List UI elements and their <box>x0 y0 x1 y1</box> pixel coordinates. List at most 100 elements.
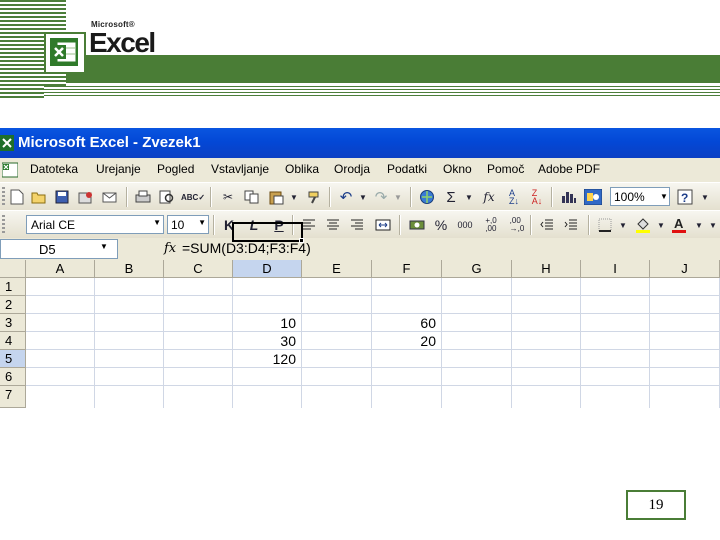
column-header-b[interactable]: B <box>95 260 164 278</box>
menu-orodja[interactable]: Orodja <box>334 162 370 176</box>
borders-icon[interactable] <box>596 216 614 234</box>
row-header-5[interactable]: 5 <box>0 350 26 368</box>
cell-d5[interactable]: 120 <box>233 350 302 368</box>
menu-urejanje[interactable]: Urejanje <box>96 162 141 176</box>
row-header-6[interactable]: 6 <box>0 368 26 386</box>
toolbar-options-icon[interactable]: ▼ <box>704 216 720 234</box>
undo-dropdown-icon[interactable]: ▼ <box>354 188 372 206</box>
increase-decimal-icon[interactable]: +,0,00 <box>482 216 500 234</box>
cut-icon[interactable]: ✂ <box>219 188 237 206</box>
redo-icon[interactable]: ↷ <box>372 188 390 206</box>
toolbar-grip[interactable] <box>2 187 5 207</box>
excel-window: Microsoft Excel - Zvezek1 Datoteka Ureja… <box>0 128 720 408</box>
spelling-icon[interactable]: ABC✓ <box>181 188 205 206</box>
column-header-g[interactable]: G <box>442 260 512 278</box>
font-name-field[interactable]: Arial CE ▼ <box>26 215 164 234</box>
permission-icon[interactable] <box>77 188 95 206</box>
currency-icon[interactable] <box>408 216 426 234</box>
column-header-j[interactable]: J <box>650 260 720 278</box>
column-header-f[interactable]: F <box>372 260 442 278</box>
decrease-indent-icon[interactable] <box>538 216 556 234</box>
font-name-value: Arial CE <box>31 218 76 232</box>
percent-icon[interactable]: % <box>432 216 450 234</box>
row-header-1[interactable]: 1 <box>0 278 26 296</box>
column-header-d[interactable]: D <box>233 260 302 278</box>
chart-wizard-icon[interactable] <box>560 188 578 206</box>
title-bar: Microsoft Excel - Zvezek1 <box>0 128 720 158</box>
borders-dropdown-icon[interactable]: ▼ <box>614 216 632 234</box>
drawing-icon[interactable] <box>584 188 602 206</box>
chevron-down-icon[interactable]: ▼ <box>100 242 108 251</box>
toolbar-grip[interactable] <box>2 215 5 235</box>
print-icon[interactable] <box>134 188 152 206</box>
menu-oblika[interactable]: Oblika <box>285 162 319 176</box>
sort-ascending-icon[interactable]: A Z↓ <box>505 188 523 206</box>
help-dropdown-icon[interactable]: ▼ <box>696 188 714 206</box>
align-right-icon[interactable] <box>348 216 366 234</box>
column-header-i[interactable]: I <box>581 260 650 278</box>
chevron-down-icon[interactable]: ▼ <box>153 218 161 227</box>
increase-indent-icon[interactable] <box>562 216 580 234</box>
chevron-down-icon[interactable]: ▼ <box>198 218 206 227</box>
menu-pomoc[interactable]: Pomoč <box>487 162 524 176</box>
copy-icon[interactable] <box>243 188 261 206</box>
undo-icon[interactable]: ↶ <box>337 188 355 206</box>
menu-podatki[interactable]: Podatki <box>387 162 427 176</box>
cell-d3[interactable]: 10 <box>233 314 302 332</box>
merge-center-icon[interactable] <box>374 216 392 234</box>
page-number: 19 <box>626 490 686 520</box>
brand-excel: Excel <box>89 27 156 58</box>
insert-function-icon[interactable]: fx <box>480 188 498 206</box>
print-preview-icon[interactable] <box>158 188 176 206</box>
select-all-corner[interactable] <box>0 260 26 278</box>
font-size-value: 10 <box>171 218 185 232</box>
redo-dropdown-icon[interactable]: ▼ <box>389 188 407 206</box>
autosum-icon[interactable]: Σ <box>442 188 460 206</box>
cell-f4[interactable]: 20 <box>372 332 442 350</box>
menu-datoteka[interactable]: Datoteka <box>30 162 78 176</box>
align-center-icon[interactable] <box>324 216 342 234</box>
insert-function-button[interactable]: fx <box>164 241 176 256</box>
decrease-decimal-icon[interactable]: ,00 →,0 <box>508 216 526 234</box>
excel-logo-icon <box>50 38 78 66</box>
menu-adobe-pdf[interactable]: Adobe PDF <box>538 162 600 176</box>
comma-style-icon[interactable]: 000 <box>456 216 474 234</box>
menu-pogled[interactable]: Pogled <box>157 162 194 176</box>
hyperlink-icon[interactable] <box>418 188 436 206</box>
sort-descending-icon[interactable]: Z A↓ <box>528 188 546 206</box>
formula-input[interactable]: =SUM(D3:D4;F3:F4) <box>182 240 311 256</box>
font-color-icon[interactable]: A <box>670 216 688 234</box>
workbook-icon[interactable] <box>2 162 18 178</box>
zoom-dropdown-icon[interactable]: ▼ <box>658 187 670 206</box>
column-header-c[interactable]: C <box>164 260 233 278</box>
menu-okno[interactable]: Okno <box>443 162 472 176</box>
menu-vstavljanje[interactable]: Vstavljanje <box>211 162 269 176</box>
save-icon[interactable] <box>53 188 71 206</box>
active-cell-border <box>232 222 303 242</box>
svg-text:?: ? <box>681 191 688 205</box>
window-title: Microsoft Excel - Zvezek1 <box>18 134 201 151</box>
email-icon[interactable] <box>101 188 119 206</box>
column-header-a[interactable]: A <box>26 260 95 278</box>
autosum-dropdown-icon[interactable]: ▼ <box>460 188 478 206</box>
formatting-toolbar: Arial CE ▼ 10 ▼ K L P % 000 +,0,00 ,00 →,0 … <box>0 210 720 238</box>
font-size-field[interactable]: 10 ▼ <box>167 215 209 234</box>
row-header-7[interactable]: 7 <box>0 386 26 408</box>
column-header-h[interactable]: H <box>512 260 581 278</box>
row-header-4[interactable]: 4 <box>0 332 26 350</box>
column-header-e[interactable]: E <box>302 260 372 278</box>
cell-d4[interactable]: 30 <box>233 332 302 350</box>
svg-text:A: A <box>674 217 684 231</box>
fill-color-icon[interactable] <box>634 216 652 234</box>
row-header-3[interactable]: 3 <box>0 314 26 332</box>
new-icon[interactable] <box>8 188 26 206</box>
format-painter-icon[interactable] <box>306 188 324 206</box>
paste-dropdown-icon[interactable]: ▼ <box>285 188 303 206</box>
fill-handle[interactable] <box>299 238 304 243</box>
open-icon[interactable] <box>30 188 48 206</box>
help-icon[interactable]: ? <box>676 188 694 206</box>
paste-icon[interactable] <box>268 188 286 206</box>
cell-f3[interactable]: 60 <box>372 314 442 332</box>
fill-dropdown-icon[interactable]: ▼ <box>652 216 670 234</box>
row-header-2[interactable]: 2 <box>0 296 26 314</box>
